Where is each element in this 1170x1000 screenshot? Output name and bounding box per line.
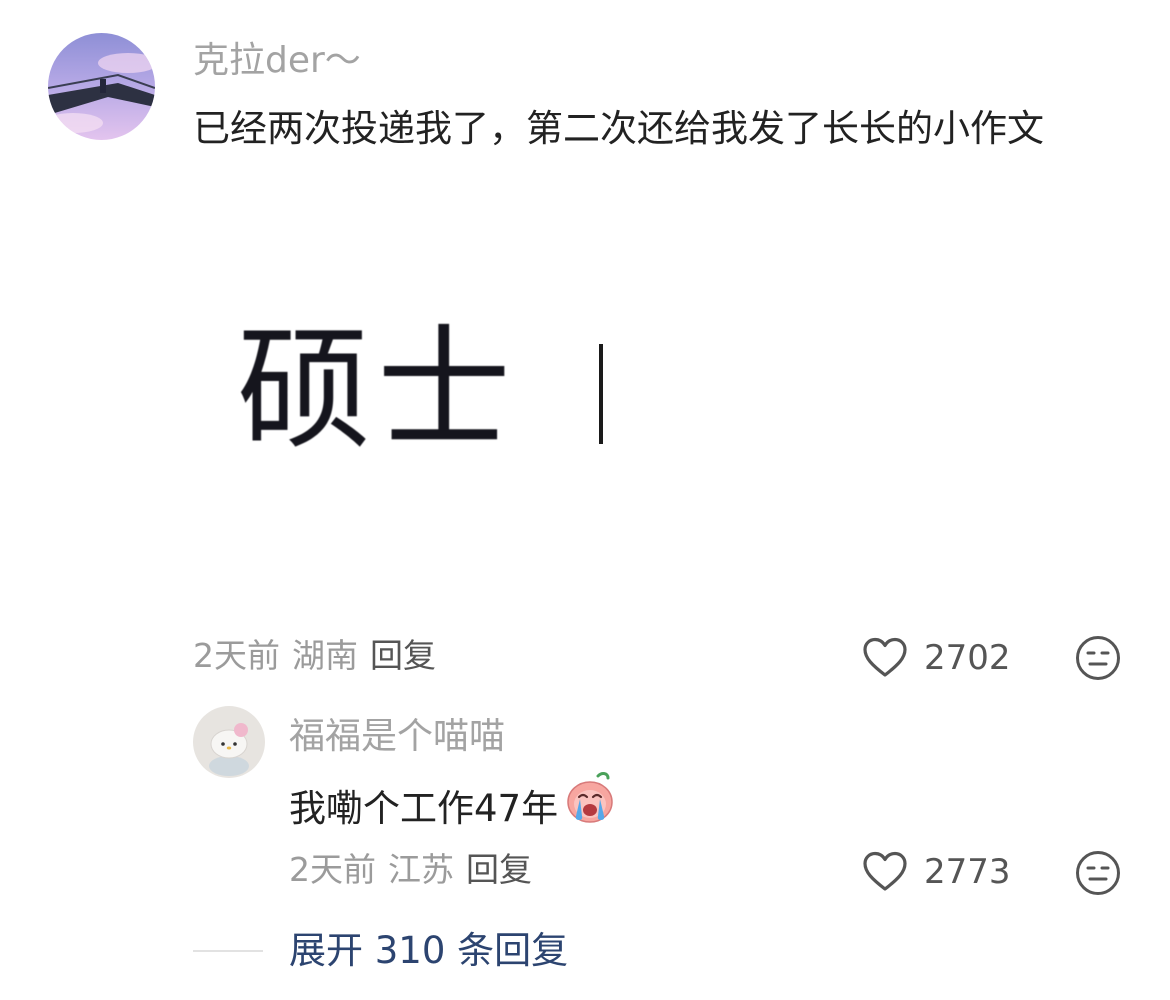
- reply-time: 2天前: [289, 850, 376, 889]
- crying-face-emoji-icon: [562, 770, 618, 847]
- like-count: 2702: [924, 638, 1011, 678]
- text-cursor-mark: [599, 344, 603, 444]
- expand-replies-row[interactable]: 展开 310 条回复: [193, 926, 568, 976]
- divider-line: [193, 950, 263, 952]
- unamused-face-icon: [1075, 635, 1121, 681]
- reply-location: 江苏: [388, 850, 454, 889]
- dislike-button[interactable]: [1075, 635, 1121, 681]
- reply-text: 我嘞个工作47年: [289, 786, 559, 830]
- reply-text-row: 我嘞个工作47年: [289, 770, 618, 847]
- comment-text: 已经两次投递我了，第二次还给我发了长长的小作文: [193, 107, 1044, 150]
- commenter-avatar[interactable]: [48, 33, 155, 140]
- reply-dislike-button[interactable]: [1075, 850, 1121, 896]
- heart-outline-icon: [862, 851, 908, 893]
- image-caption-text: 硕士: [237, 312, 518, 468]
- unamused-face-icon: [1075, 850, 1121, 896]
- reply-meta: 2天前 江苏 回复: [289, 848, 532, 892]
- reply-like-button[interactable]: 2773: [862, 850, 1011, 894]
- reply-to-reply-button[interactable]: 回复: [466, 848, 532, 892]
- like-button[interactable]: 2702: [862, 636, 1011, 680]
- comment-time: 2天前: [193, 636, 280, 675]
- heart-outline-icon: [862, 637, 908, 679]
- reply-username[interactable]: 福福是个喵喵: [289, 713, 505, 761]
- comment-location: 湖南: [292, 636, 358, 675]
- comment-meta: 2天前 湖南 回复: [193, 634, 436, 678]
- reply-avatar[interactable]: [193, 706, 265, 778]
- expand-replies-link[interactable]: 展开 310 条回复: [289, 926, 568, 976]
- reply-button[interactable]: 回复: [370, 634, 436, 678]
- reply-like-count: 2773: [924, 852, 1011, 892]
- comment-image[interactable]: 硕士: [215, 310, 615, 470]
- commenter-username[interactable]: 克拉der～: [193, 37, 361, 85]
